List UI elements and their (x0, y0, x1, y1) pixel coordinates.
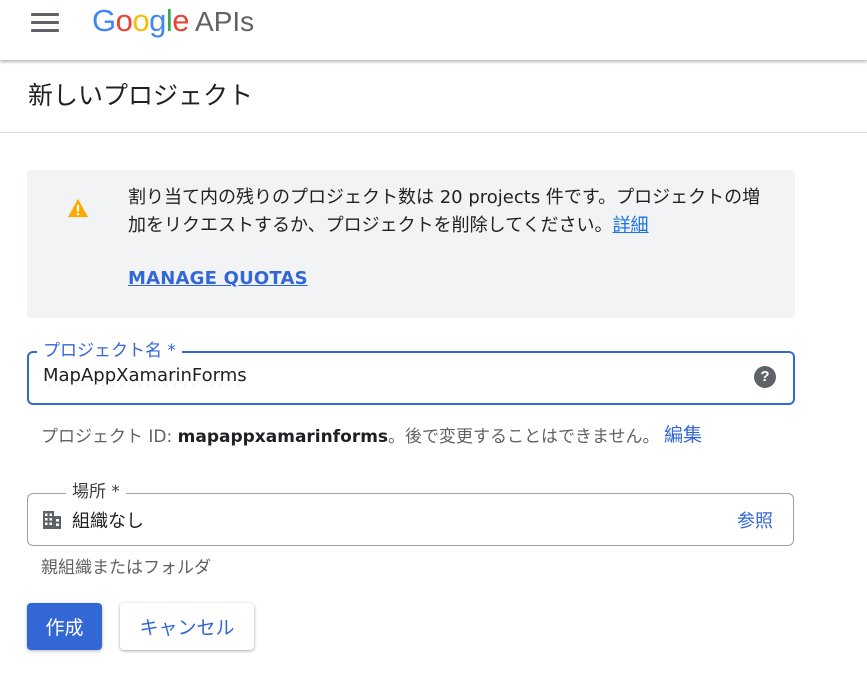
logo-suffix: APIs (195, 6, 255, 37)
project-name-input[interactable] (43, 365, 733, 386)
create-button[interactable]: 作成 (27, 603, 102, 650)
project-id-hint: プロジェクト ID: mapappxamarinforms。後で変更することはで… (41, 427, 660, 447)
location-value: 組織なし (72, 511, 144, 532)
details-link[interactable]: 詳細 (613, 215, 649, 236)
manage-quotas-link[interactable]: MANAGE QUOTAS (128, 268, 308, 289)
project-name-label: プロジェクト名 * (37, 340, 182, 362)
project-name-field[interactable]: プロジェクト名 * ? (27, 340, 795, 405)
warning-icon (68, 198, 88, 218)
building-icon (43, 511, 61, 529)
google-apis-logo[interactable]: Google APIs (92, 1, 254, 42)
quota-warning-panel: 割り当て内の残りのプロジェクト数は 20 projects 件です。プロジェクト… (27, 170, 795, 318)
page-title: 新しいプロジェクト (28, 81, 254, 110)
top-app-bar: Google APIs (0, 0, 867, 60)
project-id-value: mapappxamarinforms (177, 427, 389, 447)
browse-button[interactable]: 参照 (737, 507, 773, 533)
location-label: 場所 * (66, 481, 126, 503)
cancel-button[interactable]: キャンセル (120, 603, 254, 650)
title-divider (0, 132, 867, 133)
warning-text: 割り当て内の残りのプロジェクト数は 20 projects 件です。プロジェクト… (128, 187, 761, 236)
hamburger-menu-icon[interactable] (31, 13, 59, 33)
help-icon[interactable]: ? (754, 366, 776, 388)
edit-project-id-button[interactable]: 編集 (664, 420, 702, 447)
location-field[interactable]: 場所 * 組織なし 参照 (27, 481, 794, 546)
location-hint: 親組織またはフォルダ (41, 558, 211, 578)
